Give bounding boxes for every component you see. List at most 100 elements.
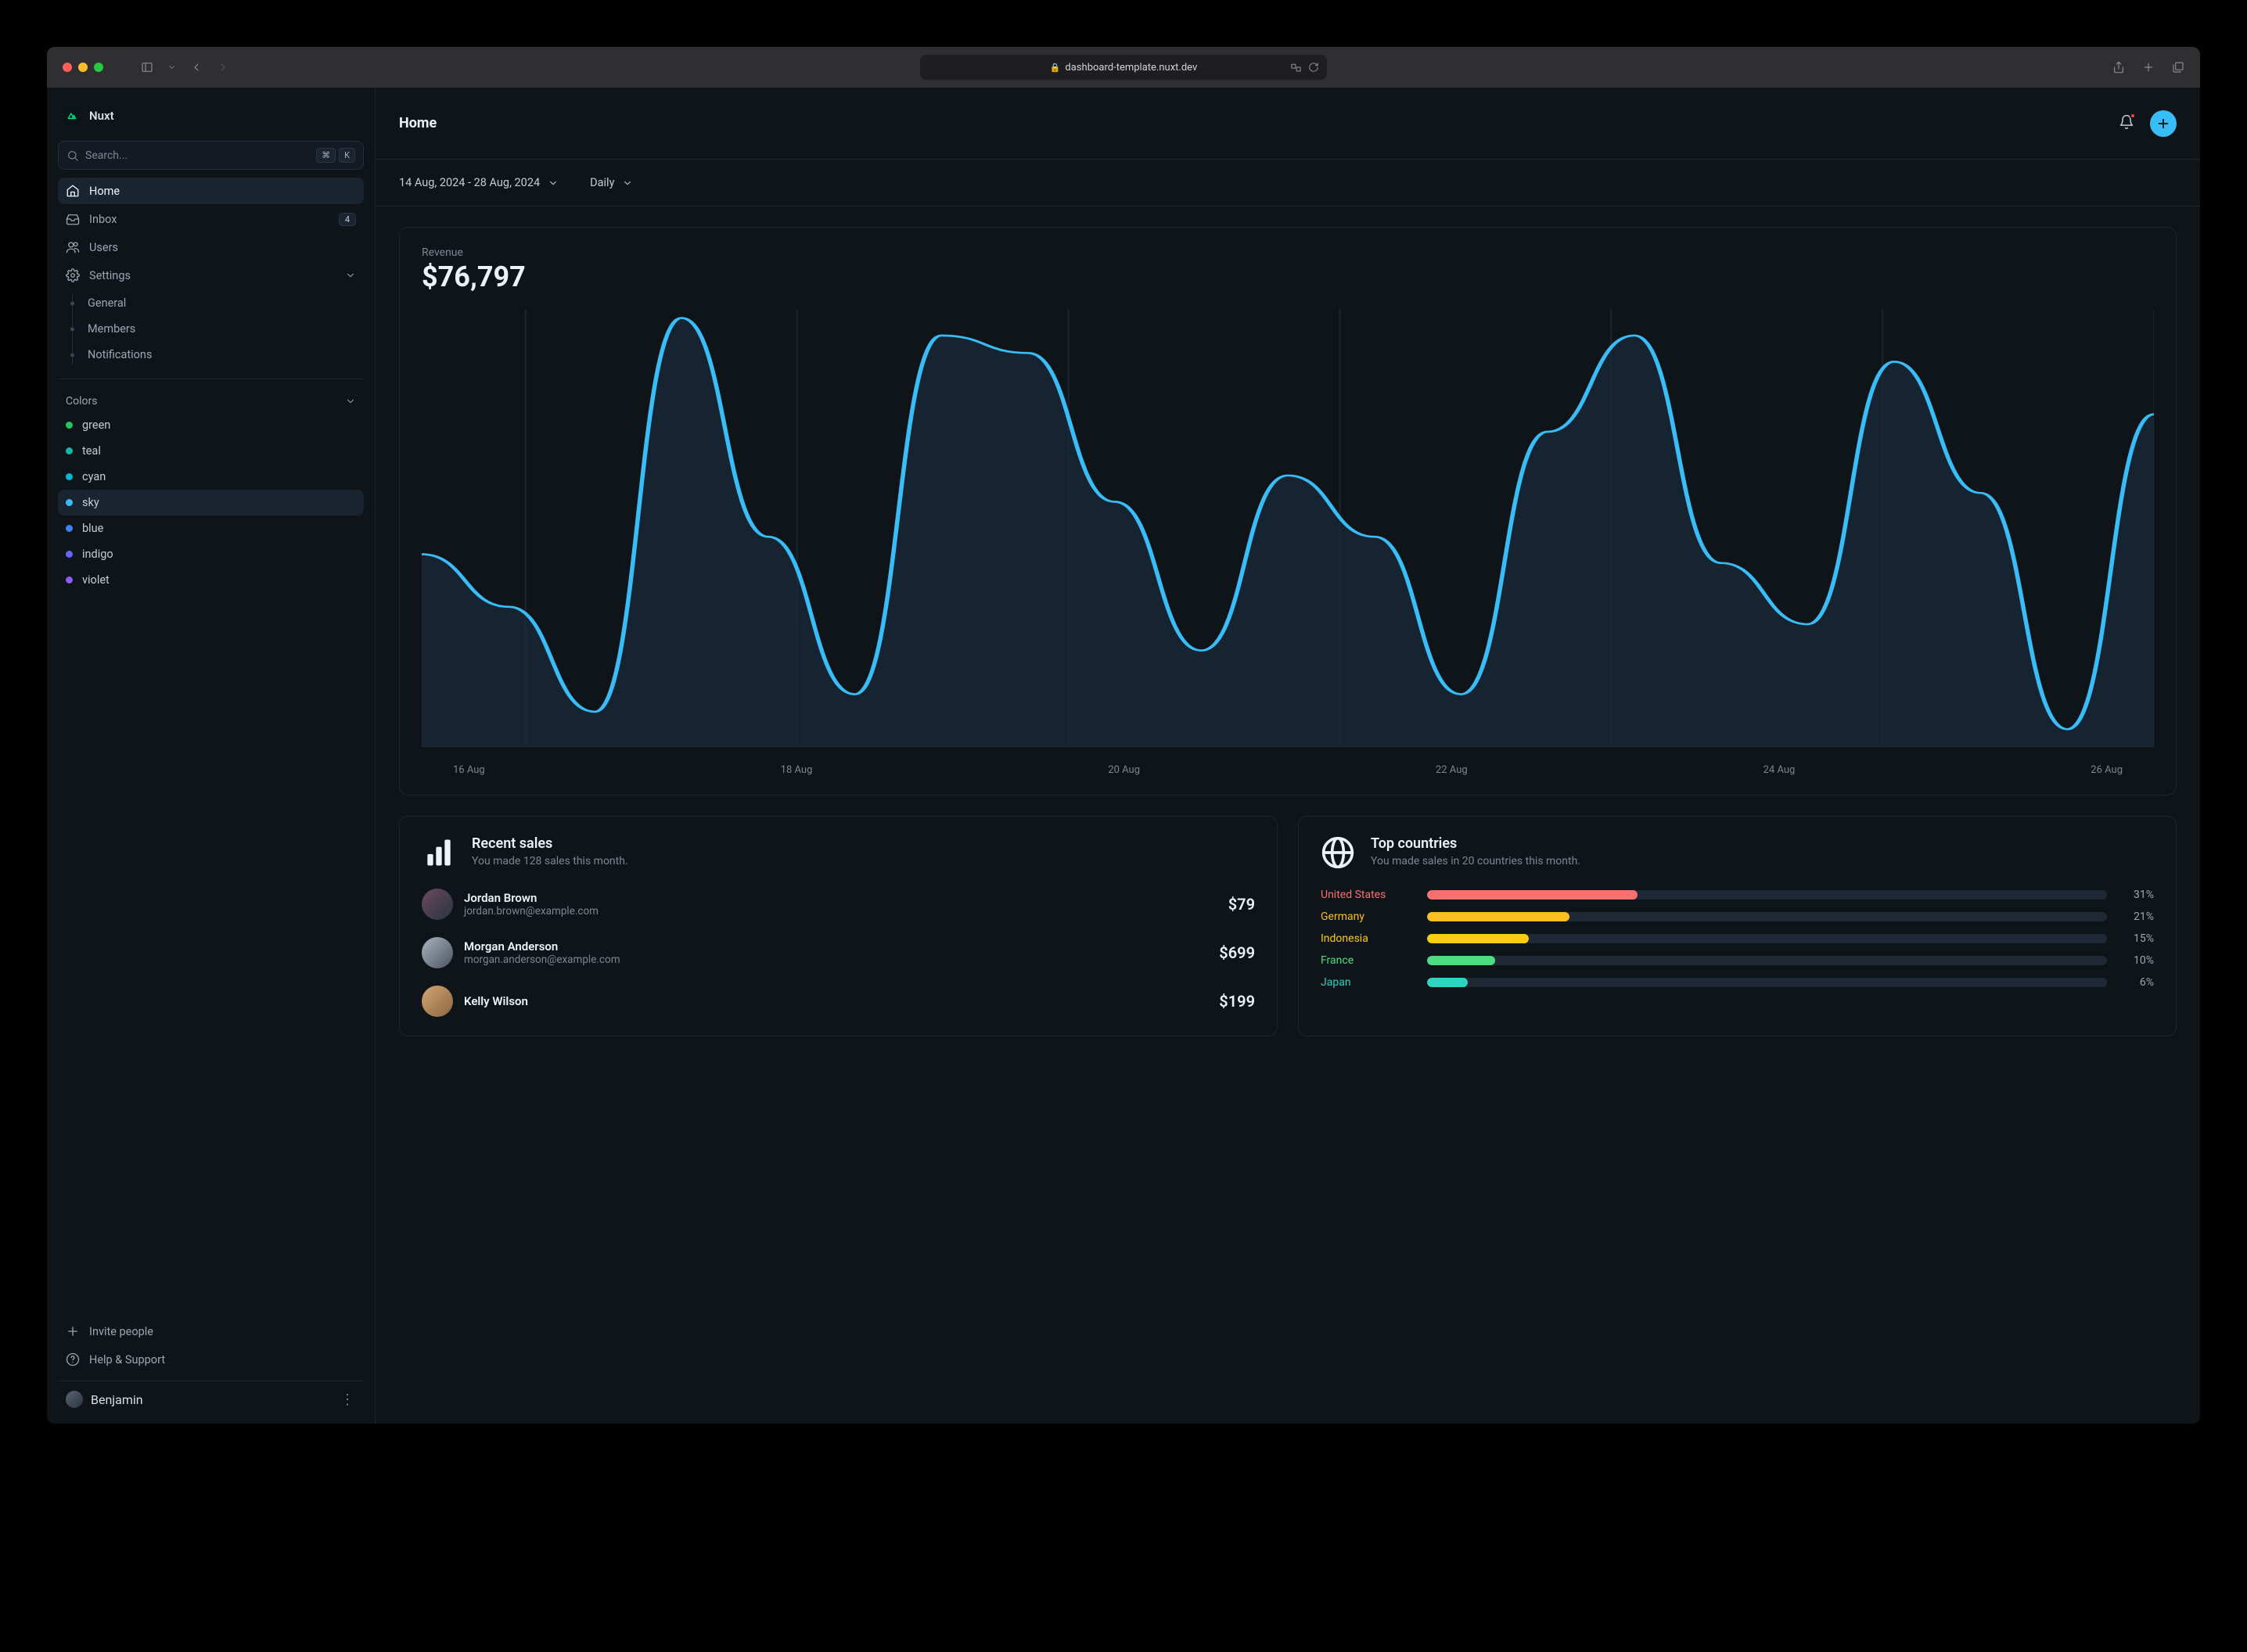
date-range-select[interactable]: 14 Aug, 2024 - 28 Aug, 2024: [399, 176, 559, 189]
revenue-area-chart[interactable]: [422, 301, 2154, 755]
plus-icon: [2156, 117, 2170, 131]
color-dot: [66, 499, 73, 506]
sale-name: Jordan Brown: [464, 891, 599, 905]
country-pct: 31%: [2119, 889, 2154, 901]
nav-home[interactable]: Home: [58, 178, 364, 204]
help-support[interactable]: Help & Support: [58, 1346, 364, 1373]
chevron-down-icon: [345, 396, 356, 407]
home-icon: [66, 184, 80, 198]
recent-sales-title: Recent sales: [472, 835, 628, 852]
color-item-teal[interactable]: teal: [58, 438, 364, 464]
color-label: green: [82, 418, 110, 432]
color-item-violet[interactable]: violet: [58, 567, 364, 593]
bar-chart-icon: [422, 835, 456, 870]
main-content: Home 14 Aug, 2024 - 28 Aug, 2024: [376, 88, 2200, 1424]
reload-icon[interactable]: [1308, 62, 1319, 73]
sale-row[interactable]: Kelly Wilson $199: [422, 986, 1255, 1017]
sale-row[interactable]: Jordan Brown jordan.brown@example.com $7…: [422, 889, 1255, 920]
color-label: violet: [82, 573, 110, 587]
color-item-indigo[interactable]: indigo: [58, 541, 364, 567]
window-minimize-button[interactable]: [78, 63, 88, 72]
page-title: Home: [399, 115, 437, 131]
color-label: cyan: [82, 470, 106, 483]
country-row: United States 31%: [1321, 889, 2154, 901]
top-countries-card: Top countries You made sales in 20 count…: [1298, 816, 2177, 1036]
chevron-down-icon[interactable]: [167, 61, 176, 74]
invite-people[interactable]: Invite people: [58, 1318, 364, 1345]
color-label: blue: [82, 522, 103, 535]
nav-users-label: Users: [89, 241, 118, 254]
topbar: Home: [376, 88, 2200, 160]
color-item-blue[interactable]: blue: [58, 515, 364, 541]
sidebar-toggle-icon[interactable]: [141, 61, 153, 74]
color-dot: [66, 473, 73, 480]
color-dot: [66, 525, 73, 532]
url-bar[interactable]: 🔒 dashboard-template.nuxt.dev: [920, 55, 1327, 80]
window-close-button[interactable]: [63, 63, 72, 72]
country-name: Japan: [1321, 976, 1415, 989]
color-item-green[interactable]: green: [58, 412, 364, 438]
color-dot: [66, 422, 73, 429]
sale-amount: $199: [1219, 992, 1255, 1011]
kbd-k: K: [339, 148, 355, 163]
sidebar: Nuxt Search... ⌘K Home Inbox 4: [47, 88, 376, 1424]
sale-avatar: [422, 889, 453, 920]
nav-inbox-label: Inbox: [89, 213, 117, 226]
back-button[interactable]: [190, 61, 203, 74]
logo-text: Nuxt: [89, 109, 114, 123]
granularity-select[interactable]: Daily: [590, 176, 633, 189]
country-bar: [1427, 912, 2107, 921]
gear-icon: [66, 268, 80, 282]
country-name: Indonesia: [1321, 932, 1415, 945]
new-tab-icon[interactable]: [2142, 61, 2155, 74]
share-icon[interactable]: [2112, 61, 2125, 74]
country-name: France: [1321, 954, 1415, 967]
nav-settings-members[interactable]: Members: [72, 316, 364, 342]
sale-name: Kelly Wilson: [464, 994, 528, 1008]
nav-settings-notifications[interactable]: Notifications: [72, 342, 364, 368]
revenue-value: $76,797: [422, 260, 2154, 293]
sale-row[interactable]: Morgan Anderson morgan.anderson@example.…: [422, 937, 1255, 968]
country-row: Indonesia 15%: [1321, 932, 2154, 945]
revenue-label: Revenue: [422, 246, 2154, 259]
tabs-icon[interactable]: [2172, 61, 2184, 74]
nuxt-logo-icon: [63, 106, 81, 125]
country-name: United States: [1321, 889, 1415, 901]
window-zoom-button[interactable]: [94, 63, 103, 72]
country-bar: [1427, 890, 2107, 900]
color-item-cyan[interactable]: cyan: [58, 464, 364, 490]
notification-dot: [2130, 113, 2136, 119]
country-name: Germany: [1321, 910, 1415, 923]
logo[interactable]: Nuxt: [58, 99, 364, 141]
sale-email: jordan.brown@example.com: [464, 905, 599, 918]
revenue-chart-card: Revenue $76,797 16 Aug18 Aug20 Aug22 Aug…: [399, 227, 2177, 795]
nav-users[interactable]: Users: [58, 234, 364, 260]
nav-settings-general[interactable]: General: [72, 290, 364, 316]
color-dot: [66, 551, 73, 558]
nav-inbox[interactable]: Inbox 4: [58, 206, 364, 232]
chart-x-axis-labels: 16 Aug18 Aug20 Aug22 Aug24 Aug26 Aug: [422, 755, 2154, 776]
sale-email: morgan.anderson@example.com: [464, 953, 620, 966]
current-user[interactable]: Benjamin ⋮: [58, 1381, 364, 1417]
color-label: sky: [82, 496, 99, 509]
add-button[interactable]: [2150, 110, 2177, 137]
country-pct: 10%: [2119, 954, 2154, 967]
x-tick-label: 24 Aug: [1763, 764, 1796, 776]
translate-icon[interactable]: [1290, 62, 1302, 74]
inbox-badge: 4: [339, 213, 356, 226]
forward-button[interactable]: [217, 61, 229, 74]
sale-amount: $79: [1228, 895, 1255, 914]
notifications-button[interactable]: [2119, 114, 2134, 133]
country-pct: 21%: [2119, 910, 2154, 923]
color-item-sky[interactable]: sky: [58, 490, 364, 515]
search-input[interactable]: Search... ⌘K: [58, 141, 364, 170]
colors-section-toggle[interactable]: Colors: [58, 390, 364, 412]
url-text: dashboard-template.nuxt.dev: [1065, 62, 1197, 74]
chevron-down-icon: [345, 268, 356, 282]
filters-bar: 14 Aug, 2024 - 28 Aug, 2024 Daily: [376, 160, 2200, 206]
more-icon[interactable]: ⋮: [340, 1392, 356, 1408]
color-dot: [66, 576, 73, 584]
nav-settings[interactable]: Settings: [58, 262, 364, 289]
help-icon: [66, 1352, 80, 1366]
country-row: Germany 21%: [1321, 910, 2154, 923]
